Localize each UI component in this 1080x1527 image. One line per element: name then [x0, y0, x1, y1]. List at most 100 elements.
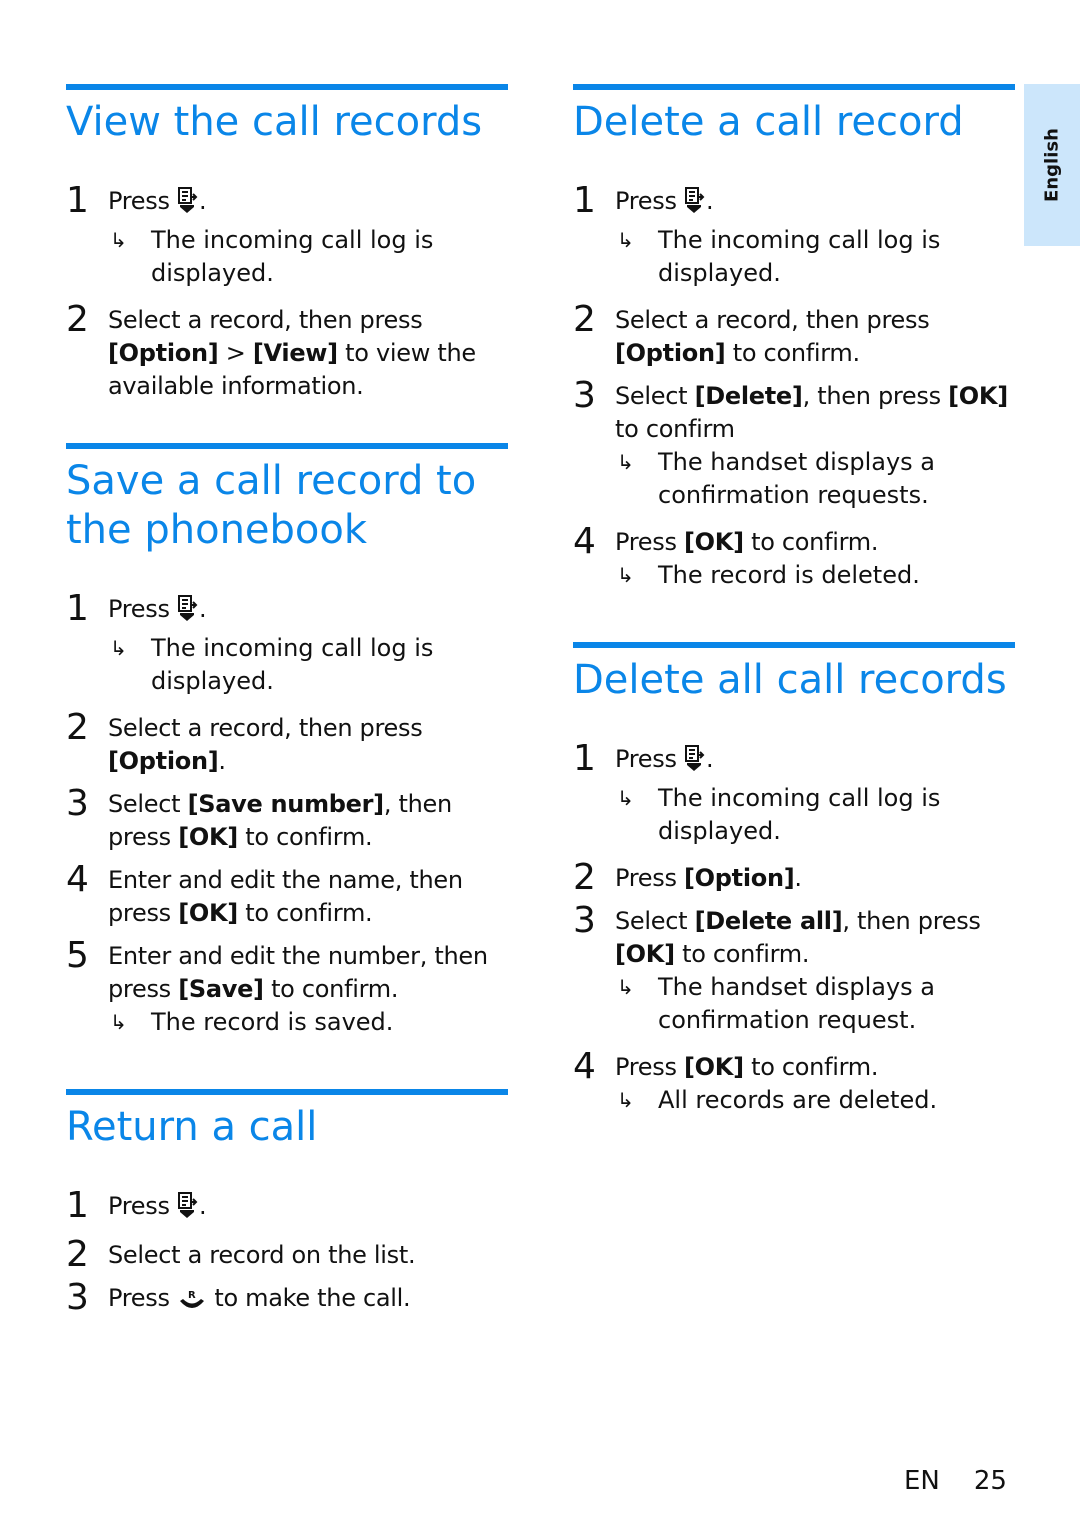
step-number: 3	[66, 783, 89, 824]
step-text: Press	[108, 1192, 177, 1220]
step: 5 Enter and edit the number, then press …	[66, 936, 508, 1039]
result-text: The incoming call log is displayed.	[658, 784, 941, 845]
language-label: English	[1041, 128, 1063, 202]
result-arrow-icon: ↳	[110, 1010, 127, 1034]
step-result: ↳ The handset displays a confirmation req…	[615, 971, 1015, 1037]
step-number: 4	[66, 859, 89, 900]
step: 4 Press [OK] to confirm. ↳ The record is …	[573, 522, 1015, 592]
result-text: The handset displays a confirmation requ…	[658, 973, 935, 1034]
step: 3 Select [Save number], then press [OK] …	[66, 784, 508, 854]
step-text: Select [Save number], then press [OK] to…	[108, 790, 452, 851]
step-number: 2	[66, 1234, 89, 1275]
step-number: 2	[66, 707, 89, 748]
step-number: 2	[573, 857, 596, 898]
step-text: Press	[615, 187, 684, 215]
section-rule	[66, 1089, 508, 1095]
menu-option: [OK]	[948, 382, 1008, 410]
step-number: 5	[66, 935, 89, 976]
step-text: Press [OK] to confirm.	[615, 528, 879, 556]
menu-option: [Option]	[615, 339, 726, 367]
section-return-call: Return a call 1 Press . 2 Select a recor…	[66, 1089, 508, 1321]
step-text: .	[199, 1192, 207, 1220]
result-arrow-icon: ↳	[617, 1088, 634, 1112]
step-text: Enter and edit the number, then press [S…	[108, 942, 488, 1003]
menu-option: [Option]	[684, 864, 795, 892]
menu-option: [OK]	[178, 823, 238, 851]
section-title: View the call records	[66, 99, 483, 145]
step-number: 3	[573, 375, 596, 416]
step-text: .	[706, 187, 714, 215]
step-result: ↳ The record is saved.	[108, 1006, 508, 1039]
step: 2 Press [Option].	[573, 858, 1015, 898]
step-text: Select a record, then press [Option] > […	[108, 306, 476, 400]
step: 4 Press [OK] to confirm. ↳ All records ar…	[573, 1047, 1015, 1117]
step: 1 Press . ↳ The incoming call log is disp…	[573, 739, 1015, 848]
call-log-icon	[177, 187, 199, 224]
step: 2 Select a record on the list.	[66, 1235, 508, 1275]
menu-option: [View]	[252, 339, 338, 367]
result-text: The record is saved.	[151, 1008, 394, 1036]
talk-recall-icon: R	[177, 1288, 207, 1321]
section-title: Save a call record to the phonebook	[66, 458, 477, 553]
step-text: Press	[108, 187, 177, 215]
call-log-icon	[177, 595, 199, 632]
section-rule	[66, 443, 508, 449]
step-text: Enter and edit the name, then press [OK]…	[108, 866, 463, 927]
section-title: Delete a call record	[573, 99, 964, 145]
step: 1 Press .	[66, 1186, 508, 1229]
call-log-icon	[684, 745, 706, 782]
section-rule	[573, 642, 1015, 648]
section-title: Delete all call records	[573, 657, 1007, 703]
section-delete-call-record: Delete a call record 1 Press . ↳ The inco…	[573, 84, 1015, 592]
step: 2 Select a record, then press [Option].	[66, 708, 508, 778]
result-arrow-icon: ↳	[110, 228, 127, 252]
menu-option: [Delete]	[694, 382, 803, 410]
step: 4 Enter and edit the name, then press [O…	[66, 860, 508, 930]
menu-option: [OK]	[684, 528, 744, 556]
step: 1 Press . ↳ The incoming call log is disp…	[66, 181, 508, 290]
call-log-icon	[684, 187, 706, 224]
step-number: 1	[573, 180, 596, 221]
step: 3 Select [Delete], then press [OK] to co…	[573, 376, 1015, 512]
step-number: 1	[66, 1185, 89, 1226]
result-text: The incoming call log is displayed.	[151, 634, 434, 695]
step-number: 4	[573, 1046, 596, 1087]
result-arrow-icon: ↳	[617, 786, 634, 810]
step-number: 3	[66, 1277, 89, 1318]
step-number: 1	[66, 180, 89, 221]
result-text: All records are deleted.	[658, 1086, 938, 1114]
result-text: The handset displays a confirmation requ…	[658, 448, 935, 509]
step-text: Press	[615, 745, 684, 773]
result-arrow-icon: ↳	[617, 450, 634, 474]
menu-option: [OK]	[178, 899, 238, 927]
result-arrow-icon: ↳	[617, 228, 634, 252]
step-number: 3	[573, 900, 596, 941]
menu-option: [Option]	[108, 747, 219, 775]
result-arrow-icon: ↳	[617, 563, 634, 587]
menu-option: [Delete all]	[694, 907, 843, 935]
right-column: Delete a call record 1 Press . ↳ The inco…	[573, 84, 1015, 1117]
menu-option: [Save]	[178, 975, 264, 1003]
result-text: The incoming call log is displayed.	[658, 226, 941, 287]
step: 3 Press R to make the call.	[66, 1278, 508, 1321]
result-text: The incoming call log is displayed.	[151, 226, 434, 287]
section-rule	[66, 84, 508, 90]
step-text: Select a record on the list.	[108, 1241, 416, 1269]
result-text: The record is deleted.	[658, 561, 920, 589]
step-number: 2	[66, 299, 89, 340]
section-title: Return a call	[66, 1104, 318, 1150]
step-text: Press	[108, 1284, 177, 1312]
step-result: ↳ The record is deleted.	[615, 559, 1015, 592]
step-text: to make the call.	[207, 1284, 411, 1312]
result-arrow-icon: ↳	[617, 975, 634, 999]
section-save-call-record: Save a call record to the phonebook 1 Pre…	[66, 443, 508, 1039]
step: 2 Select a record, then press [Option] t…	[573, 300, 1015, 370]
step-result: ↳ The handset displays a confirmation req…	[615, 446, 1015, 512]
svg-text:R: R	[188, 1290, 196, 1301]
step-number: 1	[66, 588, 89, 629]
result-arrow-icon: ↳	[110, 636, 127, 660]
step-number: 2	[573, 299, 596, 340]
step: 3 Select [Delete all], then press [OK] t…	[573, 901, 1015, 1037]
step-text: .	[199, 187, 207, 215]
step-result: ↳ The incoming call log is displayed.	[108, 224, 508, 290]
